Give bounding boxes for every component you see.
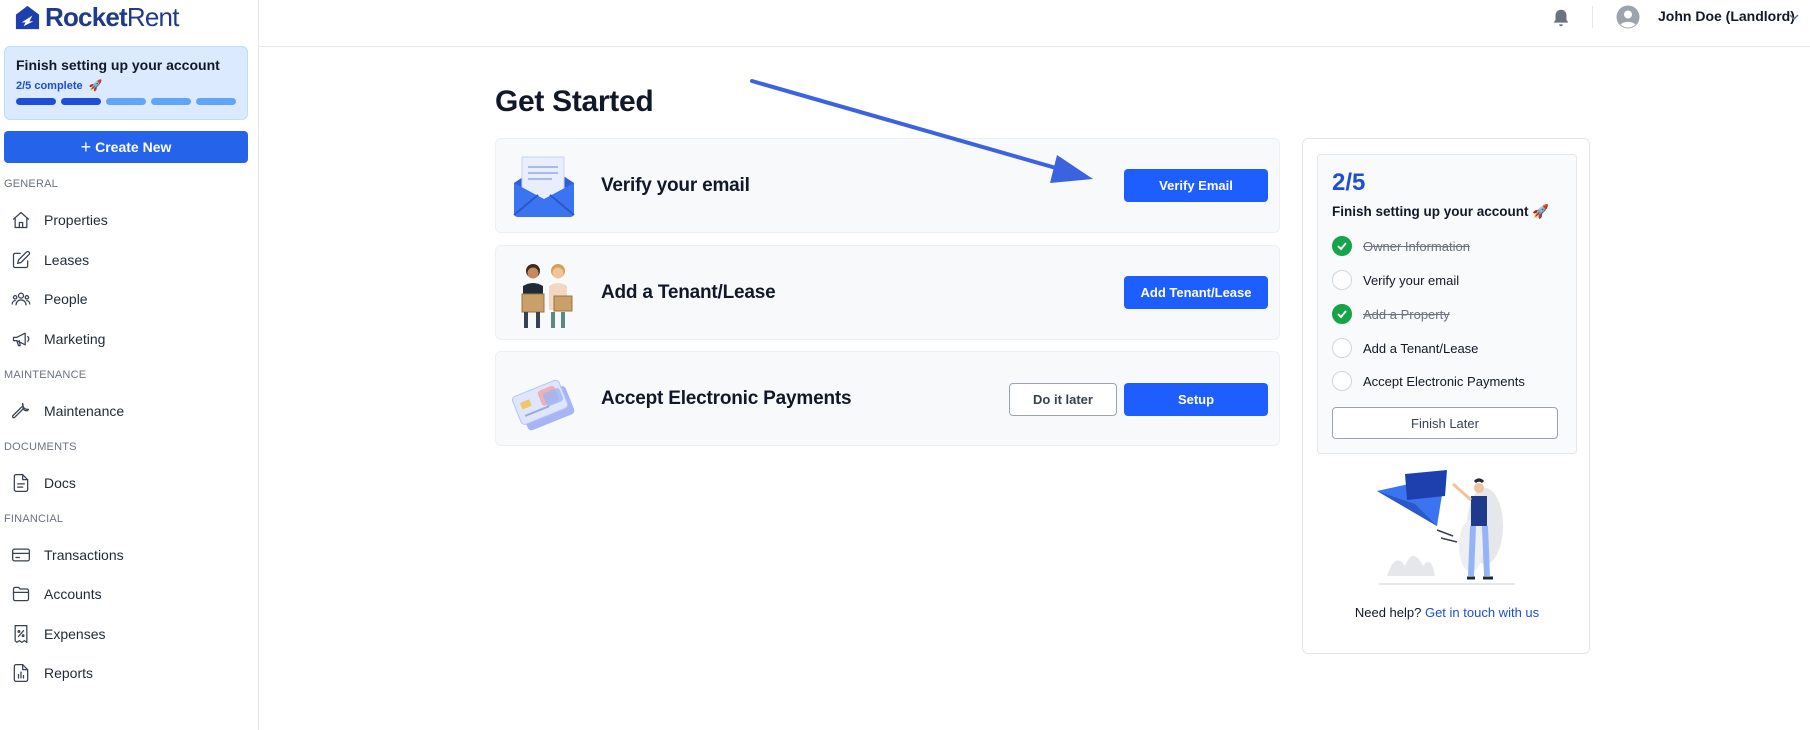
check-done-icon — [1332, 236, 1352, 256]
plus-icon: + — [80, 137, 92, 157]
cards-illustration — [512, 379, 575, 431]
sidebar-item-label: Accounts — [44, 586, 102, 602]
document-icon — [10, 472, 32, 494]
sidebar-item-label: Docs — [44, 475, 76, 491]
home-icon — [10, 209, 32, 231]
progress-count: 2/5 — [1332, 169, 1366, 196]
section-label-maintenance: MAINTENANCE — [4, 369, 87, 381]
progress-segment — [61, 98, 101, 105]
checklist-item-label: Add a Property — [1363, 306, 1450, 322]
wrench-icon — [10, 400, 32, 422]
user-menu-name[interactable]: John Doe (Landlord) — [1658, 8, 1795, 24]
sidebar-item-label: Properties — [44, 212, 108, 228]
progress-checklist-box: 2/5 Finish setting up your account 🚀 Own… — [1317, 154, 1577, 454]
user-avatar-icon[interactable] — [1616, 5, 1640, 29]
help-row: Need help? Get in touch with us — [1303, 605, 1591, 620]
sidebar: RocketRent Finish setting up your accoun… — [0, 0, 259, 730]
sidebar-item-leases[interactable]: Leases — [10, 246, 89, 274]
task-title: Add a Tenant/Lease — [601, 282, 776, 303]
checklist-item-label: Accept Electronic Payments — [1363, 373, 1525, 389]
sidebar-item-marketing[interactable]: Marketing — [10, 325, 105, 353]
folder-icon — [10, 583, 32, 605]
tenants-illustration — [521, 264, 573, 328]
section-label-documents: DOCUMENTS — [4, 441, 77, 453]
sidebar-item-label: Maintenance — [44, 403, 125, 419]
checklist-item-accept-payments[interactable]: Accept Electronic Payments — [1332, 371, 1525, 391]
check-empty-icon — [1332, 270, 1352, 290]
setup-card-progress-text: 2/5 complete 🚀 — [16, 80, 103, 92]
notification-bell-icon[interactable] — [1550, 7, 1572, 29]
setup-card-title: Finish setting up your account — [16, 57, 220, 73]
progress-segment — [106, 98, 146, 105]
sidebar-item-transactions[interactable]: Transactions — [10, 541, 124, 569]
sidebar-item-expenses[interactable]: Expenses — [10, 620, 105, 648]
checklist-item-label: Add a Tenant/Lease — [1363, 340, 1479, 356]
receipt-icon — [10, 623, 32, 645]
setup-progress-card[interactable]: Finish setting up your account 2/5 compl… — [4, 46, 248, 120]
sidebar-item-accounts[interactable]: Accounts — [10, 580, 102, 608]
logo-text-bold: Rocket — [45, 1, 128, 32]
task-card-accept-payments: Accept Electronic Payments Do it later S… — [495, 351, 1280, 446]
progress-segment — [196, 98, 236, 105]
sidebar-item-label: Expenses — [44, 626, 106, 642]
people-icon — [10, 288, 32, 310]
setup-payments-button[interactable]: Setup — [1124, 383, 1268, 416]
edit-icon — [10, 249, 32, 271]
section-label-financial: FINANCIAL — [4, 513, 64, 525]
help-text: Need help? — [1354, 605, 1422, 620]
paper-plane-illustration — [1377, 470, 1515, 585]
contact-us-link[interactable]: Get in touch with us — [1425, 605, 1539, 620]
section-label-general: GENERAL — [4, 178, 58, 190]
rocketrent-logo[interactable]: RocketRent — [14, 2, 179, 32]
add-tenant-lease-button[interactable]: Add Tenant/Lease — [1124, 276, 1268, 309]
create-new-label: Create New — [95, 139, 172, 155]
check-empty-icon — [1332, 371, 1352, 391]
sidebar-item-reports[interactable]: Reports — [10, 659, 93, 687]
task-title: Accept Electronic Payments — [601, 388, 852, 409]
megaphone-icon — [10, 328, 32, 350]
logo-text-light: Rent — [126, 1, 180, 32]
chevron-down-icon[interactable] — [1788, 11, 1800, 23]
checklist-item-owner-information[interactable]: Owner Information — [1332, 236, 1470, 256]
sidebar-item-people[interactable]: People — [10, 285, 88, 313]
progress-segment — [16, 98, 56, 105]
report-icon — [10, 662, 32, 684]
rocket-emoji-icon: 🚀 — [1532, 204, 1550, 219]
sidebar-item-label: Transactions — [44, 547, 124, 563]
header-divider — [1592, 6, 1593, 28]
sidebar-item-label: Leases — [44, 252, 90, 268]
do-it-later-button[interactable]: Do it later — [1009, 383, 1117, 416]
sidebar-item-label: Reports — [44, 665, 94, 681]
checklist-item-label: Verify your email — [1363, 272, 1460, 288]
sidebar-item-label: People — [44, 291, 88, 307]
sidebar-item-label: Marketing — [44, 331, 106, 347]
rocket-emoji-icon: 🚀 — [88, 80, 103, 92]
setup-progress-bar — [16, 98, 236, 105]
rocket-house-icon — [15, 5, 40, 29]
page-title: Get Started — [495, 85, 654, 118]
task-title: Verify your email — [601, 175, 750, 196]
annotation-arrow-icon — [750, 79, 1093, 183]
top-bar — [259, 0, 1810, 47]
check-done-icon — [1332, 304, 1352, 324]
checklist-item-verify-email[interactable]: Verify your email — [1332, 270, 1459, 290]
setup-progress-panel: 2/5 Finish setting up your account 🚀 Own… — [1302, 138, 1590, 654]
sidebar-item-maintenance[interactable]: Maintenance — [10, 397, 124, 425]
checklist-item-add-property[interactable]: Add a Property — [1332, 304, 1450, 324]
checklist-item-add-tenant[interactable]: Add a Tenant/Lease — [1332, 338, 1478, 358]
credit-card-icon — [10, 544, 32, 566]
verify-email-button[interactable]: Verify Email — [1124, 169, 1268, 202]
check-empty-icon — [1332, 338, 1352, 358]
sidebar-item-docs[interactable]: Docs — [10, 469, 76, 497]
task-card-add-tenant: Add a Tenant/Lease Add Tenant/Lease — [495, 245, 1280, 340]
create-new-button[interactable]: + Create New — [4, 131, 248, 163]
envelope-illustration — [513, 156, 575, 217]
progress-subtitle: Finish setting up your account 🚀 — [1332, 204, 1550, 219]
progress-segment — [151, 98, 191, 105]
finish-later-button[interactable]: Finish Later — [1332, 407, 1558, 439]
checklist-item-label: Owner Information — [1363, 238, 1470, 254]
sidebar-item-properties[interactable]: Properties — [10, 206, 108, 234]
